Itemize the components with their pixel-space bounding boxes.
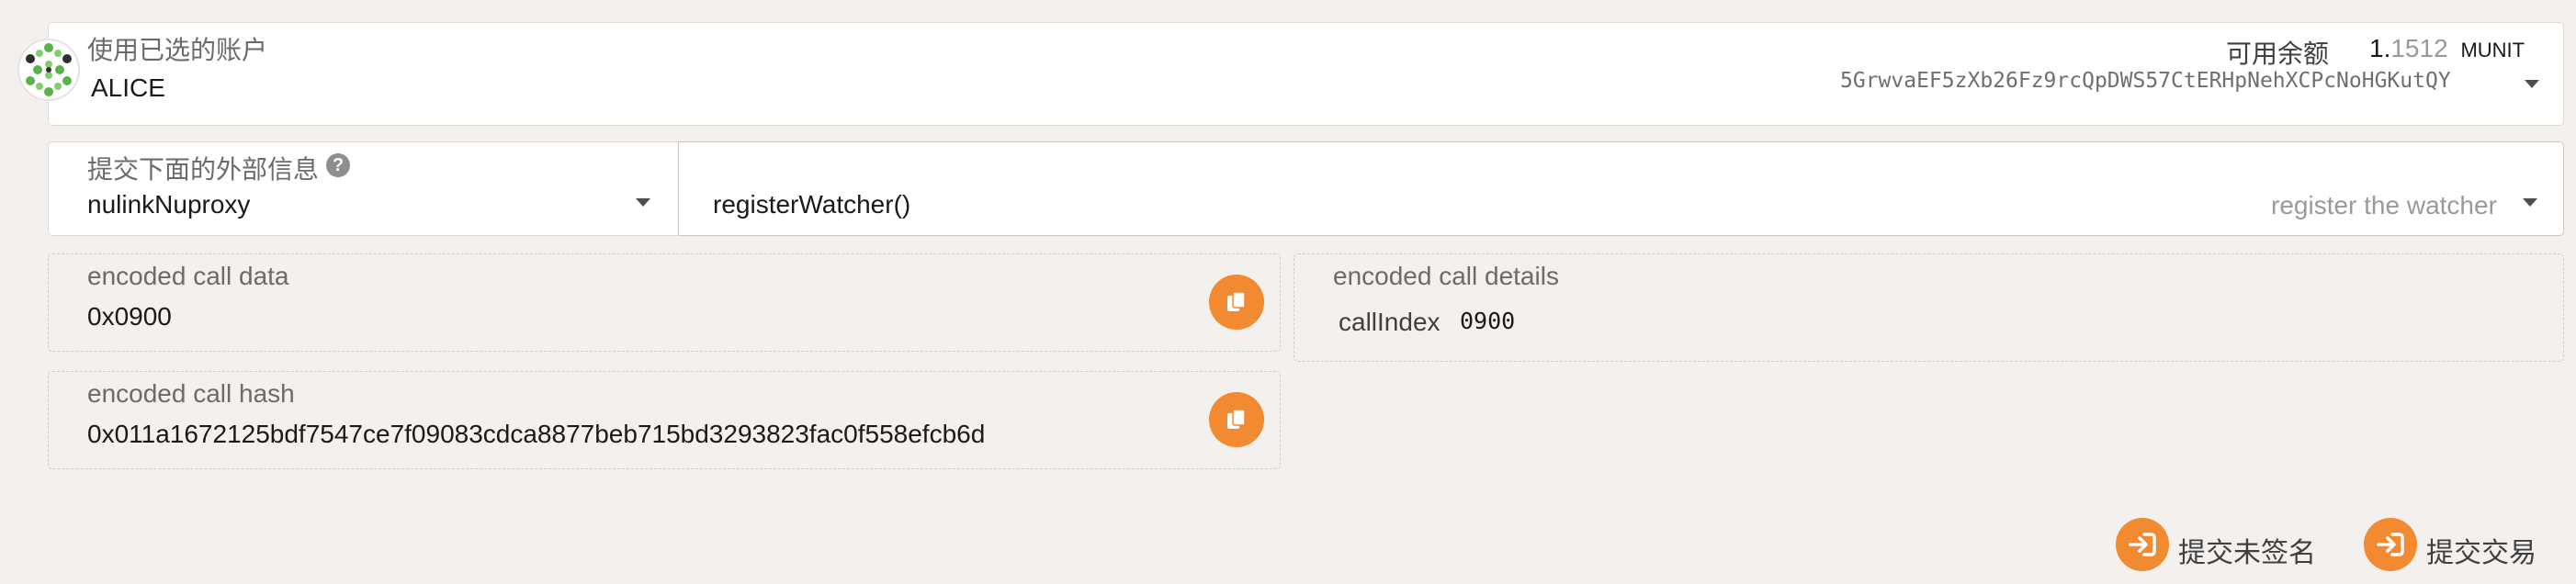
- sign-in-icon: [2116, 518, 2169, 571]
- balance-value: 1.1512 MUNIT: [2369, 34, 2525, 63]
- account-name: ALICE: [91, 73, 165, 102]
- chevron-down-icon[interactable]: [636, 198, 650, 207]
- account-label: 使用已选的账户: [87, 36, 268, 64]
- encoded-call-hash: encoded call hash 0x011a1672125bdf7547ce…: [48, 371, 1281, 469]
- call-details-label: encoded call details: [1333, 262, 1559, 290]
- balance-fraction: 1512: [2390, 34, 2448, 62]
- copy-call-hash-button[interactable]: [1209, 392, 1264, 447]
- pallet-value: nulinkNuproxy: [87, 190, 251, 219]
- balance-label: 可用余额: [2226, 39, 2330, 68]
- encoded-call-details: encoded call details callIndex 0900: [1294, 253, 2564, 362]
- method-description: register the watcher: [2271, 191, 2497, 219]
- pallet-selector[interactable]: 提交下面的外部信息 ? nulinkNuproxy: [48, 141, 680, 236]
- submit-unsigned-label: 提交未签名: [2178, 538, 2316, 568]
- account-selector[interactable]: 使用已选的账户 ALICE 可用余额 1.1512 MUNIT 5GrwvaEF…: [48, 22, 2564, 126]
- help-icon[interactable]: ?: [326, 153, 350, 177]
- identicon-avatar: [17, 39, 80, 101]
- chevron-down-icon[interactable]: [2523, 198, 2537, 207]
- call-hash-label: encoded call hash: [87, 379, 295, 408]
- submit-transaction-button[interactable]: 提交交易: [2364, 518, 2548, 573]
- submit-unsigned-button[interactable]: 提交未签名: [2116, 518, 2336, 573]
- extrinsic-label: 提交下面的外部信息: [87, 155, 320, 184]
- account-address: 5GrwvaEF5zXb26Fz9rcQpDWS57CtERHpNehXCPcN…: [1840, 69, 2451, 93]
- call-hash-value: 0x011a1672125bdf7547ce7f09083cdca8877beb…: [87, 420, 986, 448]
- identicon-icon: [26, 43, 72, 96]
- encoded-call-data: encoded call data 0x0900: [48, 253, 1281, 352]
- method-value: registerWatcher(): [713, 190, 911, 219]
- copy-call-data-button[interactable]: [1209, 275, 1264, 330]
- call-index-value: 0900: [1460, 308, 1516, 334]
- copy-icon: [1227, 409, 1246, 429]
- balance-integer: 1.: [2369, 34, 2391, 62]
- sign-in-icon: [2364, 518, 2417, 571]
- balance-unit: MUNIT: [2460, 39, 2525, 62]
- method-selector[interactable]: registerWatcher() register the watcher: [678, 141, 2564, 236]
- submit-transaction-label: 提交交易: [2426, 538, 2536, 568]
- call-data-value: 0x0900: [87, 302, 172, 331]
- copy-icon: [1227, 291, 1246, 311]
- call-index-key: callIndex: [1339, 308, 1441, 336]
- chevron-down-icon[interactable]: [2525, 80, 2539, 88]
- call-data-label: encoded call data: [87, 262, 289, 290]
